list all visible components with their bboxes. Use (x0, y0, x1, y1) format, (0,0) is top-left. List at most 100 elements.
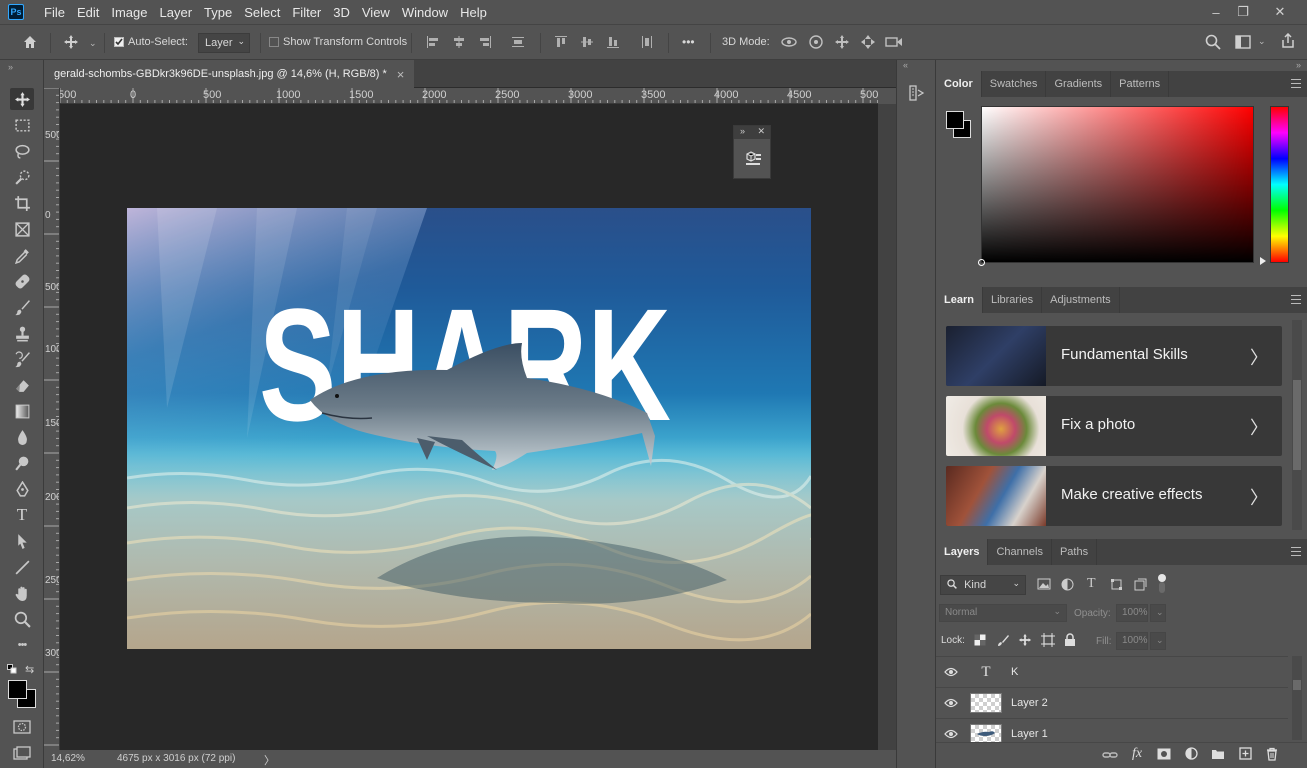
align-vertical-centers-icon[interactable] (578, 33, 596, 51)
zoom-level[interactable]: 14,62% (51, 753, 85, 764)
lock-transparent-pixels-icon[interactable] (974, 634, 986, 646)
path-select-tool-icon[interactable] (10, 530, 34, 552)
color-picker-handle[interactable] (978, 259, 985, 266)
show-transform-controls-checkbox[interactable] (269, 37, 279, 47)
crop-tool-icon[interactable] (10, 192, 34, 214)
hue-slider-marker-icon[interactable] (1260, 257, 1266, 265)
history-brush-tool-icon[interactable] (10, 348, 34, 370)
learn-card-fundamental-skills[interactable]: Fundamental Skills 〉 (946, 326, 1282, 386)
learn-card-fix-a-photo[interactable]: Fix a photo 〉 (946, 396, 1282, 456)
menu-3d[interactable]: 3D (327, 0, 356, 24)
history-panel-icon[interactable] (908, 84, 926, 102)
filter-shape-layers-icon[interactable] (1110, 578, 1123, 591)
lock-artboard-icon[interactable] (1041, 633, 1055, 647)
frame-tool-icon[interactable] (10, 218, 34, 240)
fx-icon[interactable]: fx (1132, 746, 1142, 762)
tab-libraries[interactable]: Libraries (983, 287, 1043, 313)
layers-scrollbar-thumb[interactable] (1293, 680, 1301, 690)
layer-row[interactable]: T K (936, 656, 1288, 687)
lock-all-icon[interactable] (1064, 633, 1076, 647)
menu-select[interactable]: Select (238, 0, 286, 24)
swap-colors-icon[interactable]: ⇆ (25, 663, 34, 676)
filter-pixel-layers-icon[interactable] (1037, 578, 1051, 590)
3d-pan-icon[interactable] (833, 33, 851, 51)
hue-slider[interactable] (1270, 106, 1289, 263)
move-tool-preset-icon[interactable] (62, 33, 80, 51)
pen-tool-icon[interactable] (10, 478, 34, 500)
tab-color[interactable]: Color (936, 71, 982, 97)
expand-icon[interactable]: » (740, 126, 745, 136)
move-tool-icon[interactable] (10, 88, 34, 110)
close-icon[interactable]: ✕ (757, 126, 765, 137)
chevron-down-icon[interactable]: ⌄ (89, 38, 97, 49)
home-icon[interactable] (21, 33, 39, 51)
close-tab-icon[interactable]: × (397, 67, 405, 82)
auto-select-checkbox[interactable] (114, 37, 124, 47)
quick-select-tool-icon[interactable] (10, 166, 34, 188)
vertical-scrollbar[interactable] (878, 104, 896, 750)
layers-scrollbar[interactable] (1292, 656, 1302, 740)
share-icon[interactable] (1279, 32, 1297, 50)
collapse-dock-icon[interactable]: » (1296, 60, 1301, 70)
distribute-vertical-icon[interactable] (509, 33, 527, 51)
zoom-tool-icon[interactable] (10, 608, 34, 630)
opacity-field[interactable]: 100% (1116, 604, 1148, 622)
dodge-tool-icon[interactable] (10, 452, 34, 474)
hand-tool-icon[interactable] (10, 582, 34, 604)
document-tab[interactable]: gerald-schombs-GBDkr3k96DE-unsplash.jpg … (44, 60, 415, 88)
type-tool-icon[interactable]: T (10, 504, 34, 526)
restore-button[interactable]: ❐ (1226, 0, 1260, 24)
chevron-down-icon[interactable]: ⌄ (1258, 36, 1266, 47)
color-field[interactable] (978, 106, 1254, 266)
healing-brush-tool-icon[interactable] (10, 270, 34, 292)
eye-icon[interactable] (936, 729, 966, 739)
menu-layer[interactable]: Layer (154, 0, 199, 24)
tab-gradients[interactable]: Gradients (1046, 71, 1112, 97)
align-horizontal-centers-icon[interactable] (450, 33, 468, 51)
filter-type-layers-icon[interactable]: T (1087, 576, 1096, 592)
lock-image-pixels-icon[interactable] (997, 634, 1009, 646)
menu-image[interactable]: Image (105, 0, 153, 24)
blend-mode-dropdown[interactable]: Normal ⌄ (939, 604, 1067, 622)
3d-roll-icon[interactable] (807, 33, 825, 51)
fill-dropdown-button[interactable]: ⌄ (1150, 632, 1166, 650)
tab-adjustments[interactable]: Adjustments (1042, 287, 1120, 313)
auto-select-target-dropdown[interactable]: Layer ⌄ (198, 33, 250, 53)
collapse-toolbar-icon[interactable]: » (8, 62, 13, 72)
default-colors-icon[interactable] (7, 664, 17, 674)
marquee-tool-icon[interactable] (10, 114, 34, 136)
search-icon[interactable] (1204, 33, 1222, 51)
learn-card-make-creative-effects[interactable]: Make creative effects 〉 (946, 466, 1282, 526)
menu-type[interactable]: Type (198, 0, 238, 24)
line-tool-icon[interactable] (10, 556, 34, 578)
lasso-tool-icon[interactable] (10, 140, 34, 162)
menu-view[interactable]: View (356, 0, 396, 24)
eraser-tool-icon[interactable] (10, 374, 34, 396)
menu-edit[interactable]: Edit (71, 0, 105, 24)
lock-position-icon[interactable] (1018, 633, 1032, 647)
layer-filter-kind-dropdown[interactable]: Kind ⌄ (940, 575, 1026, 595)
brush-tool-icon[interactable] (10, 296, 34, 318)
tab-patterns[interactable]: Patterns (1111, 71, 1170, 97)
fill-field[interactable]: 100% (1116, 632, 1148, 650)
screen-mode-icon[interactable] (13, 746, 31, 760)
status-menu-arrow-icon[interactable]: 〉 (264, 752, 275, 768)
filter-toggle-icon[interactable] (1158, 574, 1166, 582)
3d-properties-icon[interactable] (743, 148, 763, 168)
filter-adjustment-layers-icon[interactable] (1061, 578, 1074, 591)
clone-stamp-tool-icon[interactable] (10, 322, 34, 344)
eyedropper-tool-icon[interactable] (10, 244, 34, 266)
quick-mask-icon[interactable] (13, 720, 31, 734)
more-options-icon[interactable]: ••• (682, 35, 695, 49)
adjustment-icon[interactable] (1185, 747, 1198, 760)
align-right-edges-icon[interactable] (476, 33, 494, 51)
close-window-button[interactable]: ✕ (1263, 0, 1297, 24)
group-icon[interactable] (1211, 748, 1225, 760)
layer-row[interactable]: Layer 2 (936, 687, 1288, 718)
horizontal-ruler[interactable]: 500 0 500 1000 1500 2000 2500 3000 3500 … (60, 88, 878, 104)
tab-channels[interactable]: Channels (988, 539, 1052, 565)
distribute-horizontal-icon[interactable] (638, 33, 656, 51)
filter-toggle-track[interactable] (1159, 582, 1165, 593)
menu-help[interactable]: Help (454, 0, 493, 24)
3d-orbit-icon[interactable] (780, 33, 798, 51)
